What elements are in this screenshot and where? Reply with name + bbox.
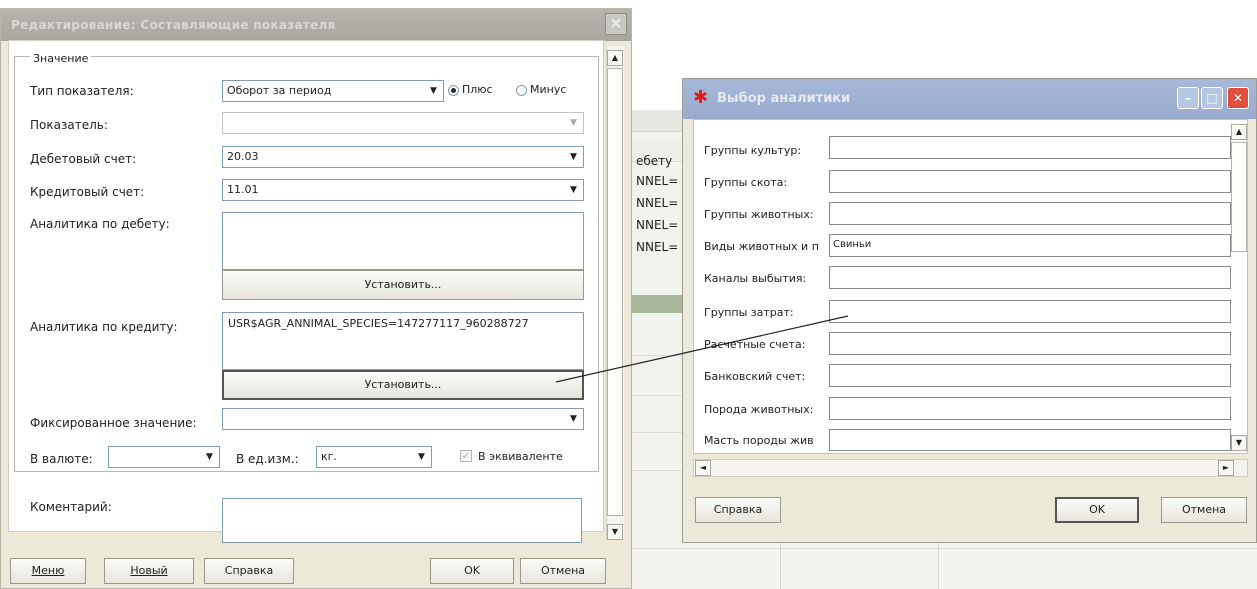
equivalent-checkbox[interactable]: ✓ [460, 450, 472, 462]
background-cell: NNEL= [636, 174, 679, 188]
dialog-title-bar[interactable]: ✱ Выбор аналитики – □ ✕ [683, 79, 1256, 119]
analytics-row-field[interactable] [829, 332, 1231, 355]
unit-label: В ед.изм.: [236, 452, 299, 466]
menu-button[interactable]: Меню [10, 558, 86, 584]
comment-memo[interactable] [222, 498, 582, 543]
dialog-title-bar[interactable]: Редактирование: Составляющие показателя … [1, 9, 631, 41]
scroll-down-icon[interactable]: ▼ [1231, 435, 1247, 451]
indicator-label: Показатель: [30, 118, 108, 132]
help-button[interactable]: Справка [695, 497, 781, 523]
chevron-down-icon[interactable]: ▼ [566, 182, 581, 198]
indicator-type-label: Тип показателя: [30, 84, 134, 98]
background-cell: NNEL= [636, 240, 679, 254]
analytics-row-label: Расчетные счета: [704, 338, 806, 351]
close-icon[interactable]: ✕ [605, 13, 627, 35]
chevron-down-icon[interactable]: ▼ [566, 149, 581, 165]
analytics-row-field[interactable] [829, 364, 1231, 387]
fixed-value-select[interactable]: ▼ [222, 408, 584, 430]
analytics-row-label: Группы скота: [704, 176, 788, 189]
minus-radio[interactable] [516, 85, 527, 96]
background-column-header: ебету [636, 154, 673, 168]
currency-label: В валюте: [30, 452, 93, 466]
analytics-row-label: Группы животных: [704, 208, 814, 221]
scrollbar-thumb[interactable] [607, 68, 623, 516]
analytics-row-field[interactable] [829, 300, 1231, 323]
ok-button[interactable]: OK [1055, 497, 1139, 523]
minimize-icon[interactable]: – [1177, 87, 1199, 109]
analytics-row-field[interactable] [829, 202, 1231, 225]
analytics-row-label: Группы затрат: [704, 306, 794, 319]
cancel-button[interactable]: Отмена [1161, 497, 1247, 523]
scrollbar-thumb[interactable] [1231, 142, 1247, 252]
choose-analytics-dialog: ✱ Выбор аналитики – □ ✕ Группы культур: … [682, 78, 1257, 543]
analytics-row-field[interactable] [829, 170, 1231, 193]
close-icon[interactable]: ✕ [1227, 87, 1249, 109]
ok-button[interactable]: OK [430, 558, 514, 584]
scroll-down-icon[interactable]: ▼ [607, 524, 623, 540]
new-button[interactable]: Новый [104, 558, 194, 584]
dialog-title: Выбор аналитики [717, 91, 851, 106]
scroll-left-icon[interactable]: ◄ [695, 460, 711, 476]
analytics-row-field[interactable]: Свиньи [829, 234, 1231, 257]
currency-select[interactable]: ▼ [108, 446, 220, 468]
analytics-row-field[interactable] [829, 429, 1231, 451]
analytics-row-label: Каналы выбытия: [704, 272, 807, 285]
plus-radio[interactable] [448, 85, 459, 96]
analytics-list: Группы культур: Группы скота: Группы жив… [693, 119, 1248, 454]
chevron-down-icon[interactable]: ▼ [566, 115, 581, 131]
analytics-row-label: Виды животных и п [704, 240, 819, 253]
value-group-label: Значение [30, 52, 92, 65]
comment-label: Коментарий: [30, 500, 112, 514]
chevron-down-icon[interactable]: ▼ [202, 449, 217, 465]
analytics-row-label: Банковский счет: [704, 370, 806, 383]
maximize-icon[interactable]: □ [1201, 87, 1223, 109]
analytics-row-field[interactable] [829, 136, 1231, 159]
analytics-row-label: Группы культур: [704, 144, 802, 157]
help-button[interactable]: Справка [204, 558, 294, 584]
cancel-button[interactable]: Отмена [520, 558, 606, 584]
analytics-row-label: Порода животных: [704, 403, 814, 416]
scroll-right-icon[interactable]: ► [1218, 460, 1234, 476]
analytics-row-field[interactable] [829, 266, 1231, 289]
vertical-scrollbar[interactable]: ▲ ▼ [606, 46, 624, 540]
dialog-title: Редактирование: Составляющие показателя [11, 18, 336, 32]
plus-radio-label[interactable]: Плюс [462, 83, 493, 96]
credit-analytics-memo[interactable]: USR$AGR_ANNIMAL_SPECIES=147277117_960288… [222, 312, 584, 370]
debit-account-select[interactable]: 20.03 ▼ [222, 146, 584, 168]
set-credit-analytics-button[interactable]: Установить... [222, 370, 584, 400]
chevron-down-icon[interactable]: ▼ [414, 449, 429, 465]
scroll-up-icon[interactable]: ▲ [607, 50, 623, 66]
fixed-value-label: Фиксированное значение: [30, 416, 197, 430]
credit-account-select[interactable]: 11.01 ▼ [222, 179, 584, 201]
background-cell: NNEL= [636, 196, 679, 210]
analytics-row-label: Масть породы жив [704, 434, 814, 447]
minus-radio-label[interactable]: Минус [530, 83, 566, 96]
horizontal-scrollbar[interactable]: ◄ ► [693, 459, 1248, 477]
scroll-up-icon[interactable]: ▲ [1231, 124, 1247, 140]
equivalent-label: В эквиваленте [478, 450, 563, 463]
debit-analytics-memo[interactable] [222, 212, 584, 270]
indicator-select[interactable]: ▼ [222, 112, 584, 134]
chevron-down-icon[interactable]: ▼ [426, 83, 441, 99]
app-logo-icon: ✱ [693, 87, 709, 108]
background-cell: NNEL= [636, 218, 679, 232]
credit-analytics-label: Аналитика по кредиту: [30, 320, 178, 334]
unit-select[interactable]: кг. ▼ [316, 446, 432, 468]
credit-account-label: Кредитовый счет: [30, 185, 145, 199]
analytics-row-field[interactable] [829, 397, 1231, 420]
set-debit-analytics-button[interactable]: Установить... [222, 270, 584, 300]
debit-account-label: Дебетовый счет: [30, 152, 137, 166]
indicator-type-select[interactable]: Оборот за период ▼ [222, 80, 444, 102]
debit-analytics-label: Аналитика по дебету: [30, 217, 170, 231]
chevron-down-icon[interactable]: ▼ [566, 411, 581, 427]
